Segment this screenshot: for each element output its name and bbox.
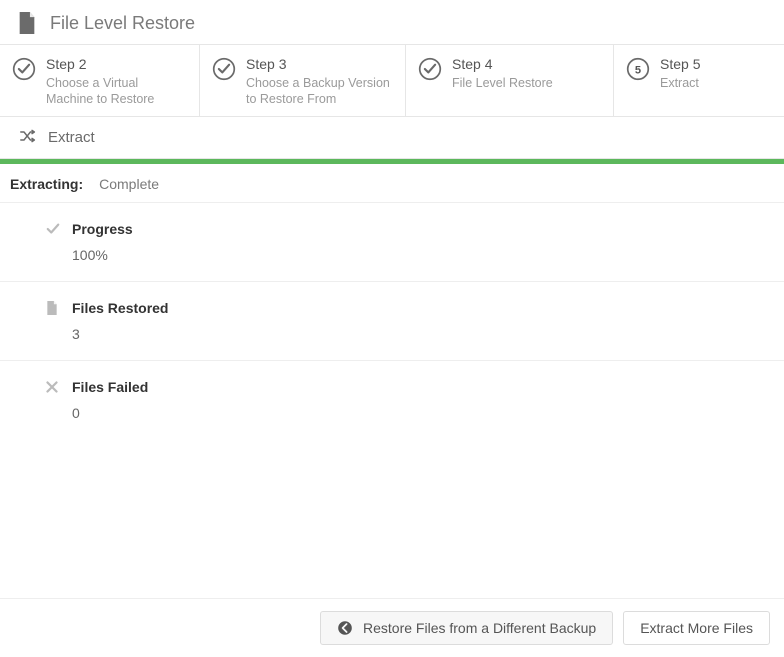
step-title: Step 4 — [452, 55, 553, 73]
step-subtitle: Choose a Virtual Machine to Restore — [46, 75, 187, 108]
step-subtitle: Choose a Backup Version to Restore From — [246, 75, 393, 108]
extract-more-label: Extract More Files — [640, 620, 753, 636]
check-icon — [46, 222, 62, 238]
footer-actions: Restore Files from a Different Backup Ex… — [0, 599, 784, 657]
step-text: Step 3 Choose a Backup Version to Restore… — [246, 55, 393, 108]
status-label: Extracting: — [10, 176, 83, 192]
step-done-icon — [212, 57, 236, 81]
step-title: Step 2 — [46, 55, 187, 73]
step-title: Step 3 — [246, 55, 393, 73]
arrow-left-circle-icon — [337, 620, 353, 636]
file-icon — [18, 12, 36, 34]
svg-text:5: 5 — [635, 64, 641, 76]
restore-different-label: Restore Files from a Different Backup — [363, 620, 596, 636]
wizard-step-5[interactable]: 5 Step 5 Extract — [614, 45, 784, 116]
progress-title: Progress — [72, 221, 774, 237]
file-icon — [46, 301, 62, 317]
step-title: Step 5 — [660, 55, 700, 73]
step-subtitle: File Level Restore — [452, 75, 553, 91]
step-subtitle: Extract — [660, 75, 700, 91]
page-header: File Level Restore — [0, 0, 784, 44]
files-restored-title: Files Restored — [72, 300, 774, 316]
step-done-icon — [12, 57, 36, 81]
page-title: File Level Restore — [50, 13, 195, 34]
status-value: Complete — [99, 176, 159, 192]
shuffle-icon — [20, 129, 36, 146]
step-text: Step 2 Choose a Virtual Machine to Restor… — [46, 55, 187, 108]
status-line: Extracting: Complete — [0, 164, 784, 203]
wizard-step-3[interactable]: Step 3 Choose a Backup Version to Restore… — [200, 45, 406, 116]
step-number-icon: 5 — [626, 57, 650, 81]
x-icon — [46, 380, 62, 396]
step-text: Step 5 Extract — [660, 55, 700, 91]
section-files-failed: Files Failed 0 — [0, 361, 784, 439]
section-files-restored: Files Restored 3 — [0, 282, 784, 361]
wizard-step-4[interactable]: Step 4 File Level Restore — [406, 45, 614, 116]
current-step-label: Extract — [48, 129, 95, 146]
progress-value: 100% — [72, 247, 774, 263]
files-restored-value: 3 — [72, 326, 774, 342]
step-text: Step 4 File Level Restore — [452, 55, 553, 91]
files-failed-value: 0 — [72, 405, 774, 421]
spacer — [0, 439, 784, 599]
wizard-steps: Step 2 Choose a Virtual Machine to Restor… — [0, 44, 784, 117]
step-done-icon — [418, 57, 442, 81]
current-step-bar: Extract — [0, 117, 784, 159]
files-failed-title: Files Failed — [72, 379, 774, 395]
section-progress: Progress 100% — [0, 203, 784, 282]
wizard-step-2[interactable]: Step 2 Choose a Virtual Machine to Restor… — [0, 45, 200, 116]
